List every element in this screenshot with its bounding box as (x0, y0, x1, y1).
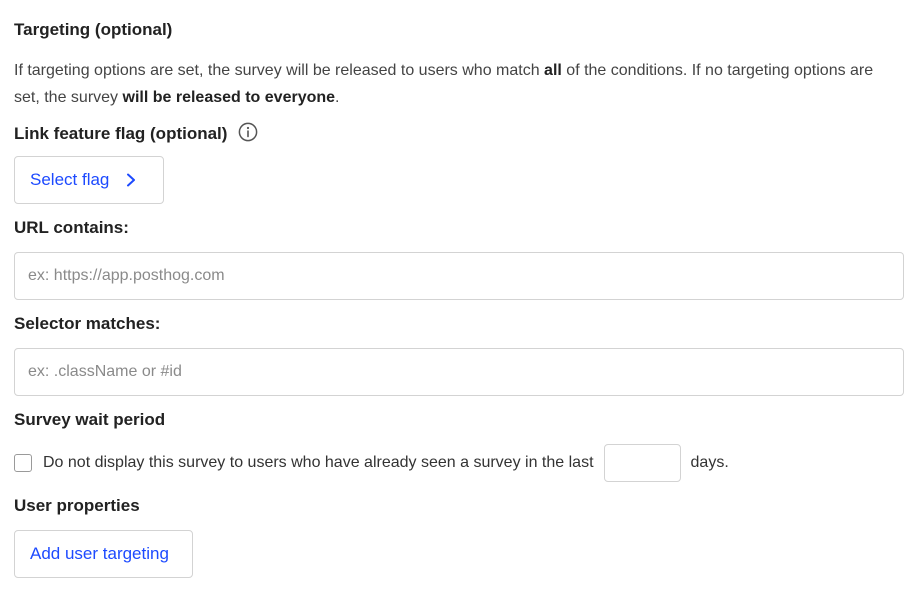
chevron-right-icon (127, 173, 136, 187)
select-flag-button[interactable]: Select flag (14, 156, 164, 204)
targeting-description: If targeting options are set, the survey… (14, 57, 894, 111)
selector-matches-input[interactable] (14, 348, 904, 396)
description-bold-all: all (544, 62, 562, 79)
description-text-3: . (335, 89, 340, 106)
selector-matches-label: Selector matches: (14, 314, 161, 333)
feature-flag-label-text: Link feature flag (optional) (14, 124, 228, 143)
user-properties-label: User properties (14, 496, 140, 515)
wait-period-checkbox[interactable] (14, 454, 32, 472)
add-user-targeting-button[interactable]: Add user targeting (14, 530, 193, 578)
select-flag-label: Select flag (30, 170, 110, 189)
description-text-1: If targeting options are set, the survey… (14, 62, 545, 79)
url-contains-input[interactable] (14, 252, 904, 300)
wait-period-row: Do not display this survey to users who … (14, 444, 729, 482)
info-icon[interactable] (238, 122, 258, 142)
days-suffix: days. (690, 454, 729, 471)
days-input[interactable] (603, 444, 681, 482)
wait-period-text: Do not display this survey to users who … (43, 454, 594, 471)
targeting-title: Targeting (optional) (14, 20, 173, 39)
survey-wait-period-label: Survey wait period (14, 410, 166, 429)
add-user-targeting-label: Add user targeting (30, 544, 169, 563)
feature-flag-label: Link feature flag (optional) (14, 122, 258, 144)
description-bold-everyone: will be released to everyone (122, 89, 336, 106)
url-contains-label: URL contains: (14, 218, 129, 237)
